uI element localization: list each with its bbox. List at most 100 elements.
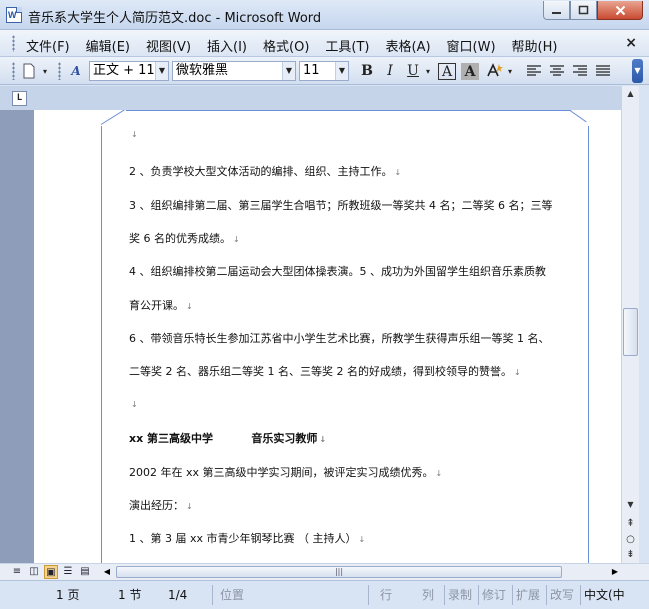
justify-button[interactable] (593, 61, 613, 81)
menu-table[interactable]: 表格(A) (386, 36, 431, 55)
paragraph-mark: ↓ (186, 502, 193, 511)
textbox-corner-right (569, 110, 587, 123)
chevron-down-icon[interactable]: ▼ (155, 62, 168, 80)
chevron-down-icon[interactable]: ▼ (282, 62, 295, 80)
normal-view-button[interactable]: ≡ (10, 565, 24, 579)
status-page: 1 页 (56, 588, 80, 602)
style-value: 正文 + 11 (93, 63, 155, 78)
line-text: 2002 年在 xx 第三高级中学实习期间，被评定实习成绩优秀。 (129, 466, 434, 479)
text-effect-icon (487, 63, 503, 77)
status-divider (546, 585, 547, 605)
normal-view-icon: ≡ (12, 566, 22, 577)
align-center-button[interactable] (547, 61, 567, 81)
arrow-down-icon: ▼ (627, 500, 634, 509)
align-center-icon (550, 65, 564, 76)
status-extend-selection[interactable]: 扩展 (516, 585, 540, 605)
underline-button[interactable]: U (404, 61, 422, 81)
double-up-arrow-icon: ⇞ (626, 518, 635, 529)
web-view-button[interactable]: ◫ (27, 565, 41, 579)
minimize-button[interactable] (543, 1, 570, 20)
menubar-grip[interactable] (12, 35, 15, 52)
align-left-button[interactable] (524, 61, 544, 81)
double-down-arrow-icon: ⇟ (626, 549, 635, 560)
scroll-down-button[interactable]: ▼ (622, 498, 639, 512)
menu-edit[interactable]: 编辑(E) (86, 36, 130, 55)
document-line: ↓ (129, 397, 138, 410)
previous-page-button[interactable]: ⇞ (622, 516, 639, 532)
formatting-toolbar: ▾ A 正文 + 11 ▼ 微软雅黑 ▼ 11 ▼ B I U ▾ A A ▾ … (0, 57, 649, 85)
menu-insert[interactable]: 插入(I) (207, 36, 247, 55)
document-line: 奖 6 名的优秀成绩。 ↓ (129, 230, 240, 246)
toolbar-overflow-1[interactable]: ▾ (40, 61, 50, 81)
close-document-button[interactable]: × (625, 35, 637, 51)
paragraph-mark: ↓ (131, 400, 138, 409)
menu-window[interactable]: 窗口(W) (447, 36, 496, 55)
reading-view-button[interactable]: ▤ (78, 565, 92, 579)
menu-tools[interactable]: 工具(T) (325, 36, 369, 55)
align-right-button[interactable] (570, 61, 590, 81)
title-bar: W 音乐系大学生个人简历范文.doc - Microsoft Word (0, 0, 649, 30)
status-track-changes[interactable]: 修订 (482, 585, 506, 605)
window-controls (543, 1, 643, 20)
new-document-button[interactable] (20, 61, 38, 81)
print-view-button[interactable]: ▣ (44, 565, 58, 579)
scroll-up-button[interactable]: ▲ (622, 86, 639, 102)
line-text: 奖 6 名的优秀成绩。 (129, 232, 231, 245)
scroll-left-button[interactable]: ◀ (100, 565, 114, 579)
scroll-right-button[interactable]: ▶ (608, 565, 622, 579)
font-size-value: 11 (303, 63, 320, 78)
style-combo[interactable]: 正文 + 11 ▼ (89, 61, 169, 81)
menu-format[interactable]: 格式(O) (263, 36, 309, 55)
status-line: 行 (380, 588, 393, 602)
close-window-button[interactable] (597, 1, 643, 20)
outline-view-button[interactable]: ☰ (61, 565, 75, 579)
status-record-macro[interactable]: 录制 (448, 585, 472, 605)
maximize-button[interactable] (570, 1, 597, 20)
menu-view[interactable]: 视图(V) (146, 36, 191, 55)
word-document-icon[interactable]: W (6, 7, 22, 23)
line-text: 6 、带领音乐特长生参加江苏省中小学生艺术比赛，所教学生获得声乐组一等奖 1 名… (129, 332, 550, 345)
close-icon (615, 5, 625, 15)
underline-dropdown[interactable]: ▾ (423, 61, 433, 81)
status-language[interactable]: 中文(中 (584, 585, 625, 605)
character-border-button[interactable]: A (438, 63, 456, 80)
vertical-scroll-thumb[interactable] (623, 308, 638, 356)
arrow-right-icon: ▶ (611, 567, 619, 576)
font-size-combo[interactable]: 11 ▼ (299, 61, 349, 81)
tab-selector-button[interactable]: L (12, 91, 27, 106)
italic-button[interactable]: I (381, 61, 399, 81)
select-browse-object-button[interactable]: ○ (622, 532, 639, 548)
text-effects-dropdown[interactable]: ▾ (505, 61, 515, 81)
window-title: 音乐系大学生个人简历范文.doc - Microsoft Word (28, 11, 322, 26)
document-line: 3 、组织编排第二届、第三届学生合唱节；所教班级一等奖共 4 名；二等奖 6 名… (129, 197, 552, 213)
vertical-scrollbar[interactable]: ▲ ▼ ⇞ ○ ⇟ (621, 86, 639, 563)
bold-button[interactable]: B (358, 61, 376, 81)
menu-help[interactable]: 帮助(H) (512, 36, 558, 55)
line-text: 1 、第 3 届 xx 市青少年钢琴比赛 （ 主持人） (129, 532, 357, 545)
font-value: 微软雅黑 (176, 63, 229, 78)
document-page[interactable]: ↓ 2 、负责学校大型文体活动的编排、组织、主持工作。 ↓ 3 、组织编排第二届、… (34, 110, 621, 563)
character-shading-button[interactable]: A (461, 63, 479, 80)
next-page-button[interactable]: ⇟ (622, 547, 639, 563)
toolbar-options-button[interactable]: ▼ (632, 59, 643, 83)
font-combo[interactable]: 微软雅黑 ▼ (172, 61, 296, 81)
paragraph-mark: ↓ (233, 235, 240, 244)
styles-icon: A (71, 64, 81, 78)
horizontal-scroll-thumb[interactable]: ||| (116, 566, 562, 578)
status-divider (444, 585, 445, 605)
status-divider (580, 585, 581, 605)
document-line: 1 、第 3 届 xx 市青少年钢琴比赛 （ 主持人） ↓ (129, 530, 365, 546)
menu-file[interactable]: 文件(F) (26, 36, 70, 55)
styles-pane-button[interactable]: A (66, 61, 86, 81)
status-divider (368, 585, 369, 605)
toolbar-grip[interactable] (12, 62, 15, 80)
document-line: 2 、负责学校大型文体活动的编排、组织、主持工作。 ↓ (129, 163, 401, 179)
status-overtype[interactable]: 改写 (550, 585, 574, 605)
outline-view-icon: ☰ (63, 566, 73, 577)
textbox-top-border (126, 110, 571, 111)
toolbar-grip-2[interactable] (58, 62, 61, 80)
document-area[interactable]: ↓ 2 、负责学校大型文体活动的编排、组织、主持工作。 ↓ 3 、组织编排第二届、… (0, 110, 621, 563)
web-view-icon: ◫ (29, 566, 39, 577)
chevron-down-icon[interactable]: ▼ (335, 62, 348, 80)
text-effects-button[interactable] (484, 61, 504, 81)
